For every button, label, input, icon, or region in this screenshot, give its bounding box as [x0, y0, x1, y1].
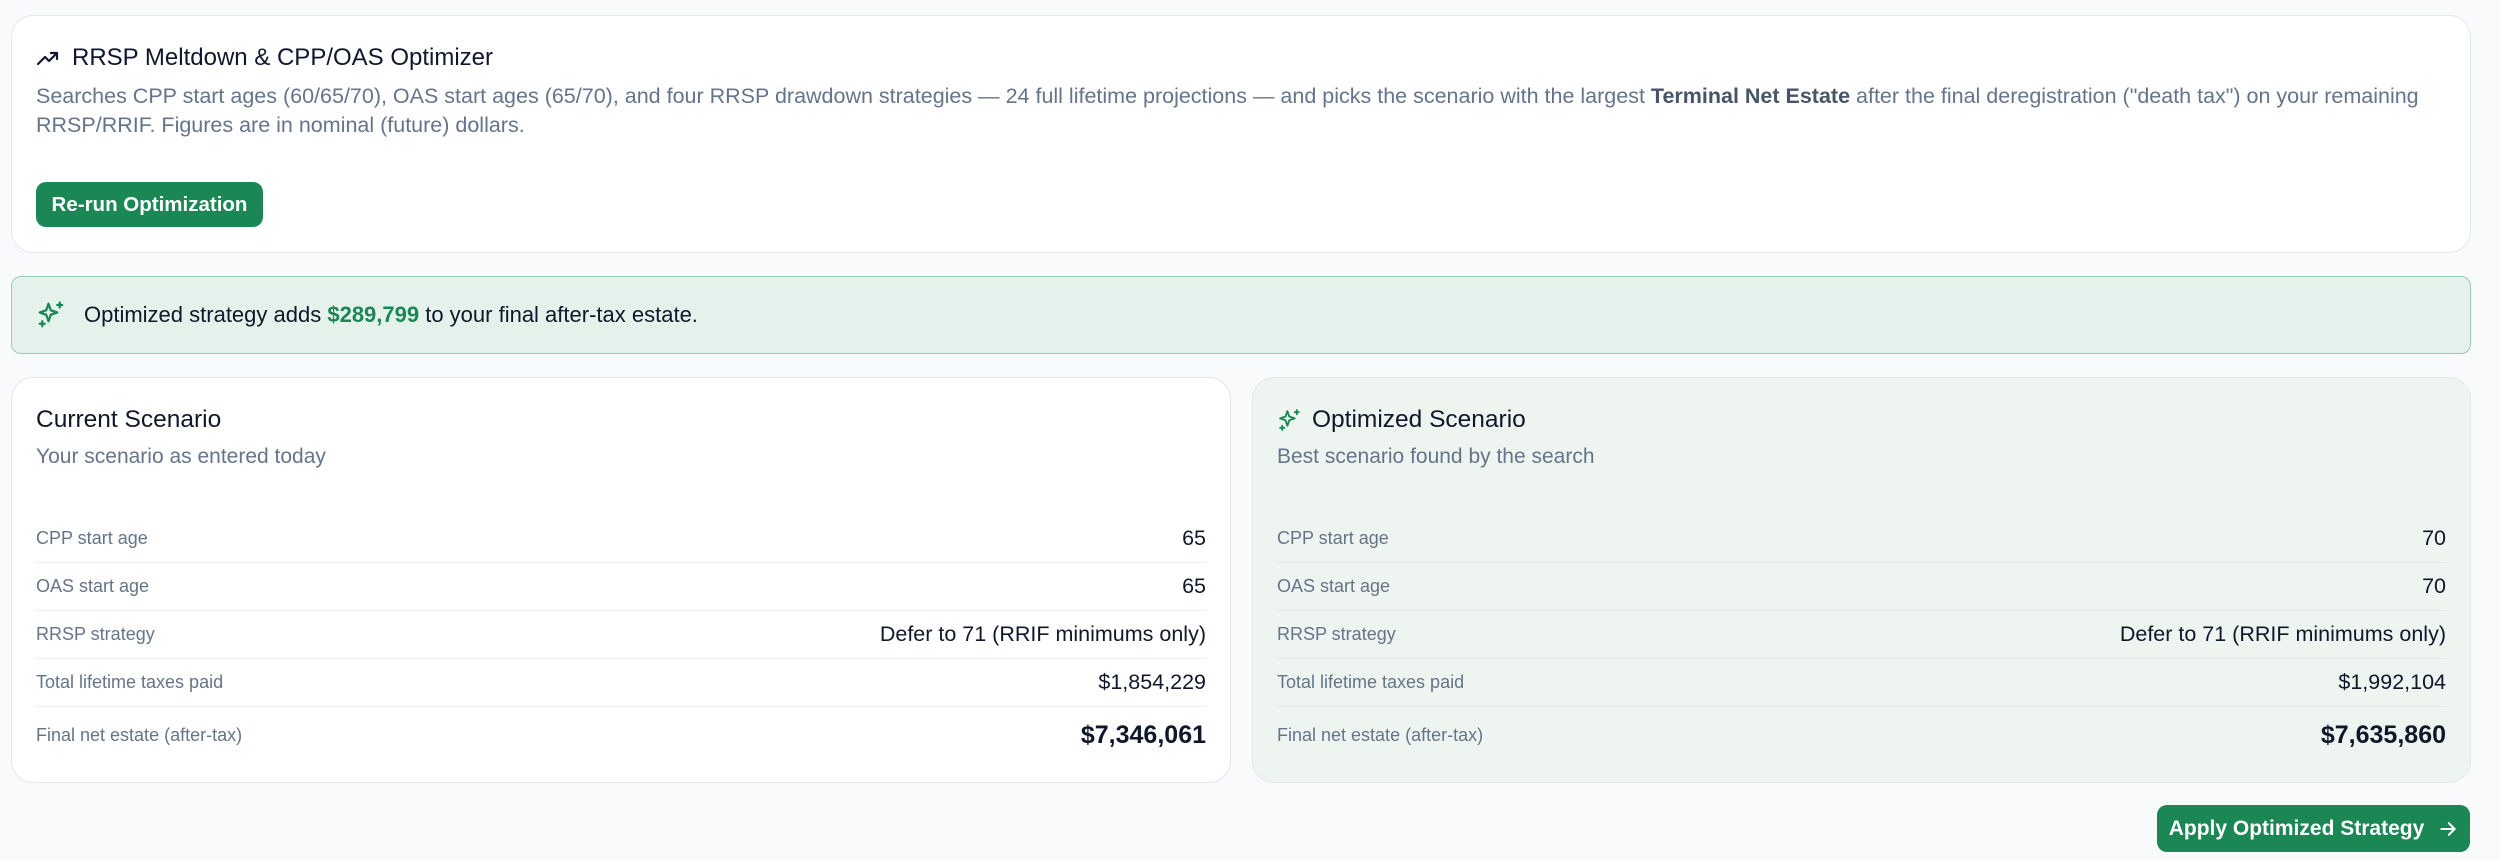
optimizer-header-card: RRSP Meltdown & CPP/OAS Optimizer Search…: [11, 15, 2471, 253]
current-row-cpp: CPP start age 65: [36, 515, 1206, 563]
row-value: Defer to 71 (RRIF minimums only): [2119, 622, 2446, 646]
page-title: RRSP Meltdown & CPP/OAS Optimizer: [72, 44, 494, 71]
optimized-scenario-rows: CPP start age 70 OAS start age 70 RRSP s…: [1277, 515, 2446, 763]
trending-up-icon: [36, 46, 60, 70]
row-label: CPP start age: [1277, 528, 1389, 548]
row-value: 65: [1182, 526, 1206, 550]
apply-optimized-strategy-button[interactable]: Apply Optimized Strategy: [2157, 805, 2470, 852]
row-value: $7,635,860: [2320, 720, 2446, 749]
savings-banner: Optimized strategy adds $289,799 to your…: [11, 276, 2471, 354]
header-description: Searches CPP start ages (60/65/70), OAS …: [36, 82, 2436, 140]
row-value: $1,992,104: [2338, 670, 2446, 694]
optimized-row-cpp: CPP start age 70: [1277, 515, 2446, 563]
apply-button-label: Apply Optimized Strategy: [2168, 816, 2425, 840]
current-row-rrsp: RRSP strategy Defer to 71 (RRIF minimums…: [36, 611, 1206, 659]
row-value: $1,854,229: [1098, 670, 1206, 694]
current-row-estate: Final net estate (after-tax) $7,346,061: [36, 707, 1206, 763]
row-label: Final net estate (after-tax): [1277, 724, 1484, 745]
optimized-row-rrsp: RRSP strategy Defer to 71 (RRIF minimums…: [1277, 611, 2446, 659]
row-value: 70: [2422, 574, 2446, 598]
current-scenario-rows: CPP start age 65 OAS start age 65 RRSP s…: [36, 515, 1206, 763]
optimized-row-taxes: Total lifetime taxes paid $1,992,104: [1277, 659, 2446, 707]
current-row-taxes: Total lifetime taxes paid $1,854,229: [36, 659, 1206, 707]
row-label: OAS start age: [1277, 576, 1391, 596]
current-scenario-title: Current Scenario: [36, 406, 222, 433]
row-label: Total lifetime taxes paid: [1277, 672, 1465, 692]
optimized-scenario-title: Optimized Scenario: [1312, 406, 1526, 433]
row-value: $7,346,061: [1080, 720, 1206, 749]
banner-amount: $289,799: [327, 302, 420, 327]
sparkles-icon: [1277, 408, 1302, 433]
optimized-scenario-subtitle: Best scenario found by the search: [1277, 445, 1595, 468]
current-scenario-subtitle: Your scenario as entered today: [36, 445, 326, 468]
optimized-row-estate: Final net estate (after-tax) $7,635,860: [1277, 707, 2446, 763]
row-label: OAS start age: [36, 576, 150, 596]
banner-text-start: Optimized strategy adds: [84, 302, 328, 327]
row-value: 65: [1182, 574, 1206, 598]
row-value: Defer to 71 (RRIF minimums only): [879, 622, 1206, 646]
row-label: RRSP strategy: [1277, 624, 1396, 644]
header-title-row: RRSP Meltdown & CPP/OAS Optimizer: [36, 44, 493, 72]
optimized-scenario-card: Optimized Scenario Best scenario found b…: [1252, 377, 2471, 783]
banner-message: Optimized strategy adds $289,799 to your…: [84, 302, 698, 328]
arrow-right-icon: [2438, 819, 2458, 839]
row-label: CPP start age: [36, 528, 148, 548]
row-label: RRSP strategy: [36, 624, 155, 644]
row-label: Final net estate (after-tax): [36, 724, 243, 745]
row-label: Total lifetime taxes paid: [36, 672, 224, 692]
row-value: 70: [2422, 526, 2446, 550]
current-scenario-header: Current Scenario: [36, 406, 221, 434]
current-row-oas: OAS start age 65: [36, 563, 1206, 611]
description-highlight: Terminal Net Estate: [1650, 84, 1851, 108]
optimized-scenario-header: Optimized Scenario: [1277, 406, 1526, 434]
banner-text-end: to your final after-tax estate.: [419, 302, 698, 327]
sparkles-icon: [36, 300, 66, 330]
current-scenario-card: Current Scenario Your scenario as entere…: [11, 377, 1231, 783]
description-text: Searches CPP start ages (60/65/70), OAS …: [36, 84, 1651, 108]
optimized-row-oas: OAS start age 70: [1277, 563, 2446, 611]
rerun-optimization-button[interactable]: Re-run Optimization: [36, 182, 263, 227]
